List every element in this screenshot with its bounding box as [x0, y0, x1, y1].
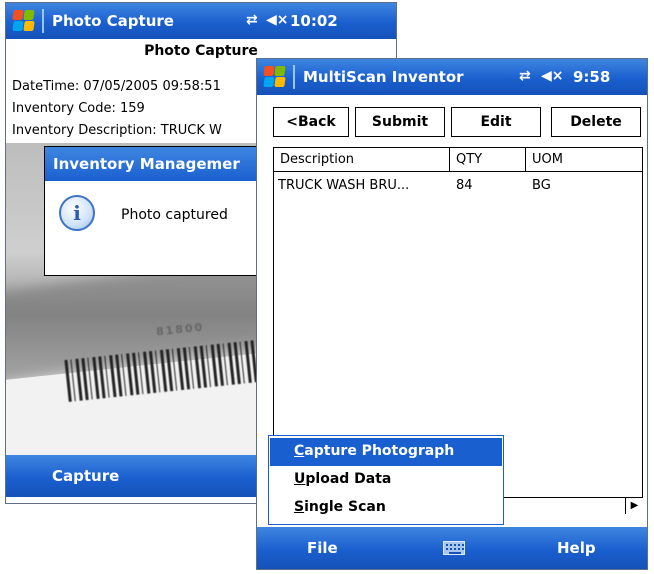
menu-item-hotkey: U	[294, 471, 306, 487]
page-heading: Photo Capture	[144, 43, 258, 59]
scroll-right-arrow-icon[interactable]: ▶	[625, 498, 643, 514]
window-title: MultiScan Inventor	[303, 68, 464, 86]
horizontal-scrollbar[interactable]: ▶	[501, 497, 643, 514]
cell-qty: 84	[456, 178, 473, 193]
window-title: Photo Capture	[52, 12, 174, 30]
titlebar: Photo Capture ⇄ ◀× 10:02	[6, 3, 396, 39]
titlebar-separator	[42, 9, 44, 33]
titlebar-separator	[293, 65, 295, 89]
menu-item-hotkey: S	[294, 499, 305, 515]
menu-item-label: apture Photograph	[304, 443, 455, 459]
windows-start-icon[interactable]	[12, 10, 35, 32]
cell-uom: BG	[532, 178, 551, 193]
menubar: File Help	[257, 527, 647, 569]
cell-description: TRUCK WASH BRU...	[278, 178, 410, 193]
capture-menu-button[interactable]: Capture	[52, 467, 119, 485]
menu-item-capture-photograph[interactable]: Capture Photograph	[270, 438, 502, 466]
menu-item-label: ingle Scan	[304, 499, 386, 515]
titlebar: MultiScan Inventor ⇄ ◀× 9:58	[257, 59, 647, 95]
help-menu-button[interactable]: Help	[557, 539, 596, 557]
menu-item-hotkey: C	[294, 443, 305, 459]
datetime-text: DateTime: 07/05/2005 09:58:51	[12, 79, 221, 94]
inventory-description-text: Inventory Description: TRUCK W	[12, 123, 222, 138]
submit-button[interactable]: Submit	[355, 107, 445, 137]
multiscan-inventory-window: MultiScan Inventor ⇄ ◀× 9:58 <Back Submi…	[256, 58, 648, 570]
connectivity-icon[interactable]: ⇄	[246, 12, 258, 28]
volume-muted-icon[interactable]: ◀×	[266, 12, 289, 28]
menu-item-upload-data[interactable]: Upload Data	[270, 466, 502, 494]
delete-button[interactable]: Delete	[551, 107, 641, 137]
file-popup-menu: Capture Photograph Upload Data Single Sc…	[268, 435, 504, 525]
volume-muted-icon[interactable]: ◀×	[541, 68, 564, 84]
connectivity-icon[interactable]: ⇄	[519, 68, 531, 84]
windows-start-icon[interactable]	[263, 66, 286, 88]
menu-item-single-scan[interactable]: Single Scan	[270, 494, 502, 522]
info-icon: i	[59, 195, 95, 231]
clock[interactable]: 9:58	[573, 68, 610, 86]
edit-button[interactable]: Edit	[451, 107, 541, 137]
keyboard-icon[interactable]	[443, 541, 465, 555]
menu-item-label: pload Data	[305, 471, 392, 487]
column-header-uom[interactable]: UOM	[526, 148, 642, 172]
column-header-description[interactable]: Description	[274, 148, 450, 172]
inventory-code-text: Inventory Code: 159	[12, 101, 145, 116]
file-menu-button[interactable]: File	[307, 539, 338, 557]
clock[interactable]: 10:02	[290, 12, 338, 30]
dialog-message: Photo captured	[121, 207, 228, 223]
back-button[interactable]: <Back	[273, 107, 349, 137]
column-header-qty[interactable]: QTY	[450, 148, 526, 172]
